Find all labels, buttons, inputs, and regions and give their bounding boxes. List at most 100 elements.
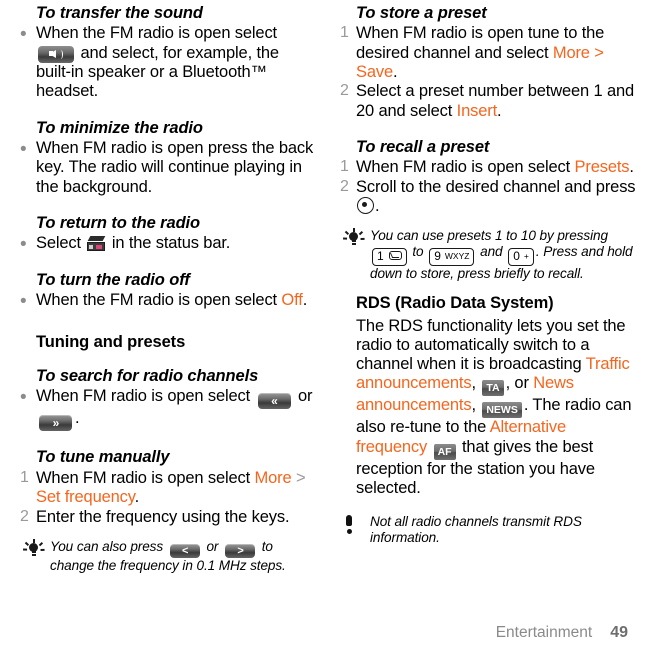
list-item: • When the FM radio is open select and s… bbox=[20, 24, 316, 101]
left-arrow-glyph: < bbox=[182, 544, 188, 557]
heading-minimize-the-radio: To minimize the radio bbox=[36, 118, 203, 137]
rds-comma-1: , bbox=[471, 374, 476, 393]
rewind-glyph: « bbox=[271, 394, 278, 409]
heading-store-a-preset: To store a preset bbox=[356, 4, 487, 22]
item-text-after: . bbox=[134, 488, 140, 507]
step-number: 2 bbox=[20, 507, 29, 525]
note-rds-availability: Not all radio channels transmit RDS info… bbox=[340, 514, 636, 546]
keypad-digit: 1 bbox=[377, 249, 384, 264]
tip-text-before: You can also press bbox=[50, 538, 164, 554]
item-text-before: When FM radio is open select bbox=[36, 468, 251, 487]
heading-transfer-the-sound: To transfer the sound bbox=[36, 4, 203, 22]
menu-option-insert[interactable]: Insert bbox=[457, 102, 498, 120]
tip-text-before: You can use presets 1 to 10 by pressing bbox=[370, 228, 608, 244]
list-item: 1 When FM radio is open select Presets. bbox=[340, 158, 636, 177]
radio-status-icon[interactable] bbox=[87, 236, 106, 252]
list-item: • When FM radio is open press the back k… bbox=[20, 139, 316, 197]
item-text-after: . bbox=[497, 101, 502, 120]
list-item: • Select in the status bar. bbox=[20, 234, 316, 256]
keypad-digit: 9 bbox=[434, 249, 441, 264]
heading-search-for-radio-channels: To search for radio channels bbox=[36, 367, 259, 386]
item-text-after: . bbox=[629, 158, 634, 177]
envelope-icon bbox=[388, 251, 402, 261]
item-text-after: . bbox=[302, 291, 308, 310]
rewind-button-icon[interactable]: « bbox=[257, 393, 291, 410]
menu-separator: > bbox=[295, 468, 306, 487]
manual-page: To transfer the sound • When the FM radi… bbox=[0, 0, 648, 651]
fast-forward-button-icon[interactable]: » bbox=[39, 415, 72, 432]
menu-option-save[interactable]: Save bbox=[356, 63, 393, 81]
item-text-before: When the FM radio is open select bbox=[36, 24, 277, 43]
bullet-marker: • bbox=[20, 234, 27, 256]
right-arrow-button-icon[interactable]: > bbox=[225, 543, 256, 558]
bullet-marker: • bbox=[20, 24, 27, 46]
heading-turn-the-radio-off: To turn the radio off bbox=[36, 270, 190, 289]
left-arrow-button-icon[interactable]: < bbox=[169, 543, 200, 558]
item-text: When FM radio is open press the back key… bbox=[36, 139, 314, 196]
keypad-plus: + bbox=[523, 251, 529, 262]
af-tag-icon: AF bbox=[433, 443, 456, 460]
footer-page-number: 49 bbox=[610, 624, 628, 641]
item-text-before: Scroll to the desired channel and press bbox=[356, 177, 636, 196]
left-column: To transfer the sound • When the FM radi… bbox=[20, 0, 316, 574]
list-item: 2 Scroll to the desired channel and pres… bbox=[340, 178, 636, 217]
keypad-key-1-icon[interactable]: 1 bbox=[372, 248, 407, 267]
rds-body: The RDS functionality lets you set the r… bbox=[340, 317, 636, 499]
menu-option-presets[interactable]: Presets bbox=[575, 158, 630, 176]
right-column: To store a preset 1 When FM radio is ope… bbox=[340, 0, 636, 546]
keypad-key-0-icon[interactable]: 0 + bbox=[508, 248, 534, 267]
item-text-after: in the status bar. bbox=[111, 234, 231, 253]
list-item: 2 Enter the frequency using the keys. bbox=[20, 508, 316, 527]
keypad-digit: 0 bbox=[513, 249, 520, 264]
menu-option-more[interactable]: More bbox=[255, 469, 292, 487]
step-number: 1 bbox=[20, 468, 29, 486]
heading-tune-manually: To tune manually bbox=[36, 448, 170, 467]
heading-return-to-the-radio: To return to the radio bbox=[36, 214, 201, 233]
keypad-key-9-icon[interactable]: 9 WXYZ bbox=[429, 248, 475, 267]
exclamation-note-icon bbox=[342, 514, 366, 538]
tip-change-frequency: You can also press < or > to change the … bbox=[20, 538, 316, 574]
bullet-marker: • bbox=[20, 139, 27, 161]
step-number: 2 bbox=[340, 177, 349, 195]
tip-mid-text: or bbox=[206, 538, 219, 554]
right-arrow-glyph: > bbox=[237, 544, 243, 557]
step-number: 1 bbox=[340, 158, 349, 176]
item-text-before: Select bbox=[36, 234, 81, 253]
mid-text: or bbox=[297, 387, 313, 406]
news-tag-icon: NEWS bbox=[482, 402, 522, 419]
note-text: Not all radio channels transmit RDS info… bbox=[370, 514, 582, 546]
list-item: • When the FM radio is open select Off. bbox=[20, 291, 316, 313]
bullet-marker: • bbox=[20, 291, 27, 313]
footer-chapter: Entertainment bbox=[495, 624, 593, 641]
tip-presets-shortcut: You can use presets 1 to 10 by pressing … bbox=[340, 228, 636, 282]
menu-option-off[interactable]: Off bbox=[281, 291, 302, 309]
select-key-icon[interactable] bbox=[357, 197, 374, 215]
menu-option-set-frequency[interactable]: Set frequency bbox=[36, 488, 135, 506]
speaker-button-icon[interactable] bbox=[38, 45, 74, 63]
step-number: 2 bbox=[340, 82, 349, 100]
page-footer: Entertainment 49 bbox=[0, 624, 628, 642]
menu-option-more[interactable]: More bbox=[553, 44, 590, 62]
item-text-after: . bbox=[393, 63, 398, 82]
item-text-after: . bbox=[375, 197, 380, 216]
ta-tag-icon: TA bbox=[482, 380, 504, 397]
rds-mid-1: , or bbox=[505, 374, 529, 393]
heading-rds: RDS (Radio Data System) bbox=[356, 294, 554, 313]
item-text: Enter the frequency using the keys. bbox=[36, 507, 290, 526]
menu-separator: > bbox=[594, 43, 604, 62]
lightbulb-tip-icon bbox=[342, 228, 366, 252]
heading-tuning-and-presets: Tuning and presets bbox=[36, 332, 186, 351]
item-text-after: . bbox=[75, 409, 80, 428]
list-item: • When FM radio is open select « or ». bbox=[20, 387, 316, 432]
tip-mid-text-2: and bbox=[480, 244, 503, 260]
rds-comma-2: , bbox=[471, 396, 476, 415]
list-item: 2 Select a preset number between 1 and 2… bbox=[340, 82, 636, 121]
bullet-marker: • bbox=[20, 387, 27, 409]
lightbulb-tip-icon bbox=[22, 538, 46, 563]
list-item: 1 When FM radio is open select More > Se… bbox=[20, 469, 316, 508]
list-item: 1 When FM radio is open tune to the desi… bbox=[340, 24, 636, 82]
fast-forward-glyph: » bbox=[52, 416, 60, 431]
heading-recall-a-preset: To recall a preset bbox=[356, 137, 490, 156]
item-text-before: When FM radio is open select bbox=[36, 387, 251, 406]
step-number: 1 bbox=[340, 24, 349, 42]
